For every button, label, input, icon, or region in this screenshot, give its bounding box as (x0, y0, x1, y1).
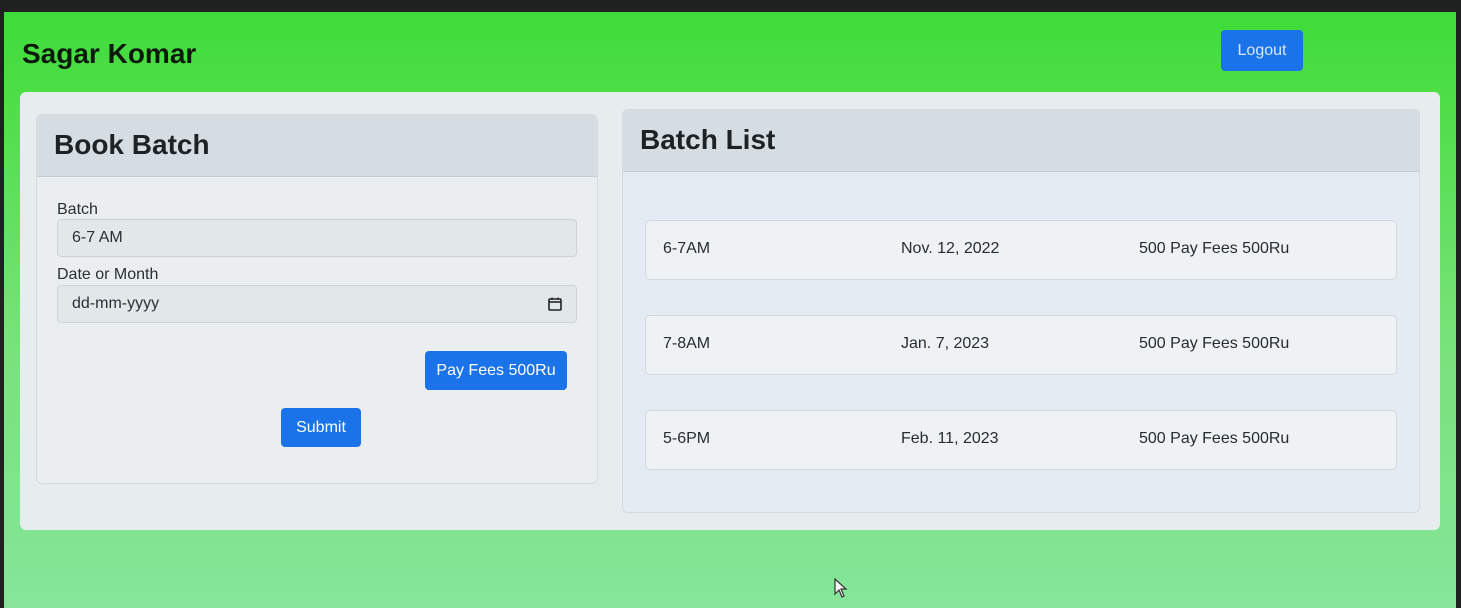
batch-row: 5-6PM Feb. 11, 2023 500 Pay Fees 500Ru (645, 410, 1397, 470)
date-label: Date or Month (57, 266, 159, 283)
batch-list-panel: Batch List 6-7AM Nov. 12, 2022 500 Pay F… (622, 109, 1420, 513)
batch-time: 6-7AM (663, 240, 711, 257)
date-placeholder: dd-mm-yyyy (72, 295, 160, 312)
book-batch-panel: Book Batch Batch 6-7 AM Date or Month dd… (36, 114, 598, 484)
batch-fees: 500 Pay Fees 500Ru (1139, 335, 1290, 352)
batch-list-title: Batch List (640, 124, 776, 155)
batch-date: Nov. 12, 2022 (901, 240, 1000, 257)
main-card: Book Batch Batch 6-7 AM Date or Month dd… (20, 92, 1440, 530)
batch-time: 5-6PM (663, 430, 711, 447)
batch-date: Jan. 7, 2023 (901, 335, 990, 352)
logout-button[interactable]: Logout (1221, 30, 1303, 71)
batch-fees: 500 Pay Fees 500Ru (1139, 240, 1290, 257)
date-field[interactable]: dd-mm-yyyy (57, 285, 577, 323)
calendar-icon[interactable] (548, 297, 562, 311)
batch-label: Batch (57, 201, 98, 218)
batch-time: 7-8AM (663, 335, 711, 352)
batch-row: 6-7AM Nov. 12, 2022 500 Pay Fees 500Ru (645, 220, 1397, 280)
batch-value: 6-7 AM (72, 229, 123, 246)
mouse-pointer-icon (834, 578, 848, 598)
app-window: Sagar Komar Logout Book Batch Batch 6-7 … (4, 12, 1456, 608)
book-batch-title: Book Batch (54, 129, 210, 160)
batch-date: Feb. 11, 2023 (901, 430, 999, 447)
brand-name: Sagar Komar (22, 38, 197, 69)
batch-fees: 500 Pay Fees 500Ru (1139, 430, 1290, 447)
pay-fees-button[interactable]: Pay Fees 500Ru (425, 351, 567, 390)
batch-row: 7-8AM Jan. 7, 2023 500 Pay Fees 500Ru (645, 315, 1397, 375)
batch-list-header: Batch List (623, 110, 1419, 172)
top-navbar: Sagar Komar Logout (4, 12, 1456, 98)
book-batch-header: Book Batch (37, 115, 597, 177)
batch-field[interactable]: 6-7 AM (57, 219, 577, 257)
submit-button[interactable]: Submit (281, 408, 361, 447)
